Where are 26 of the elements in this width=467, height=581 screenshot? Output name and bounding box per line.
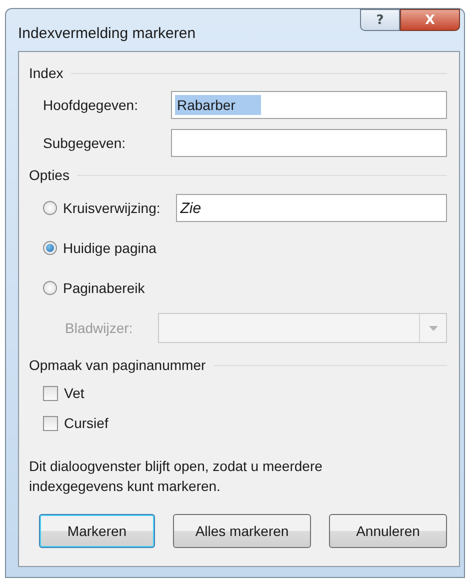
group-heading: Index xyxy=(29,65,64,81)
field-label: Subgegeven: xyxy=(43,135,127,151)
radio-button[interactable] xyxy=(43,281,57,295)
checkbox-label: Cursief xyxy=(64,415,108,431)
caret-icon xyxy=(428,326,438,330)
window-title: Indexvermelding markeren xyxy=(18,24,196,42)
checkbox-label: Vet xyxy=(64,385,84,401)
radio-label: Paginabereik xyxy=(63,280,145,296)
radio-button[interactable] xyxy=(43,241,57,255)
radio-button[interactable] xyxy=(43,201,57,215)
info-text: Dit dialoogvenster blijft open, zodat u meerdere indexgegevens kunt markeren. xyxy=(29,457,324,496)
checkbox[interactable] xyxy=(43,386,58,400)
field-label: Hoofdgegeven: xyxy=(43,97,139,113)
input-field[interactable] xyxy=(171,129,447,157)
checkbox[interactable] xyxy=(43,416,58,430)
group-heading: Opmaak van paginanummer xyxy=(29,357,206,373)
dialog-button[interactable]: Annuleren xyxy=(329,514,447,548)
radio-label: Huidige pagina xyxy=(63,240,156,256)
group-heading: Opties xyxy=(29,167,70,183)
input-field[interactable]: Rabarber xyxy=(171,91,447,119)
dropdown-label: Bladwijzer: xyxy=(65,320,134,336)
radio-label: Kruisverwijzing: xyxy=(63,200,160,216)
dialog-button[interactable]: Alles markeren xyxy=(173,514,311,548)
dialog-button[interactable]: Markeren xyxy=(39,514,155,548)
input-field[interactable]: Zie xyxy=(176,194,447,222)
help-button[interactable]: ? xyxy=(360,9,400,31)
